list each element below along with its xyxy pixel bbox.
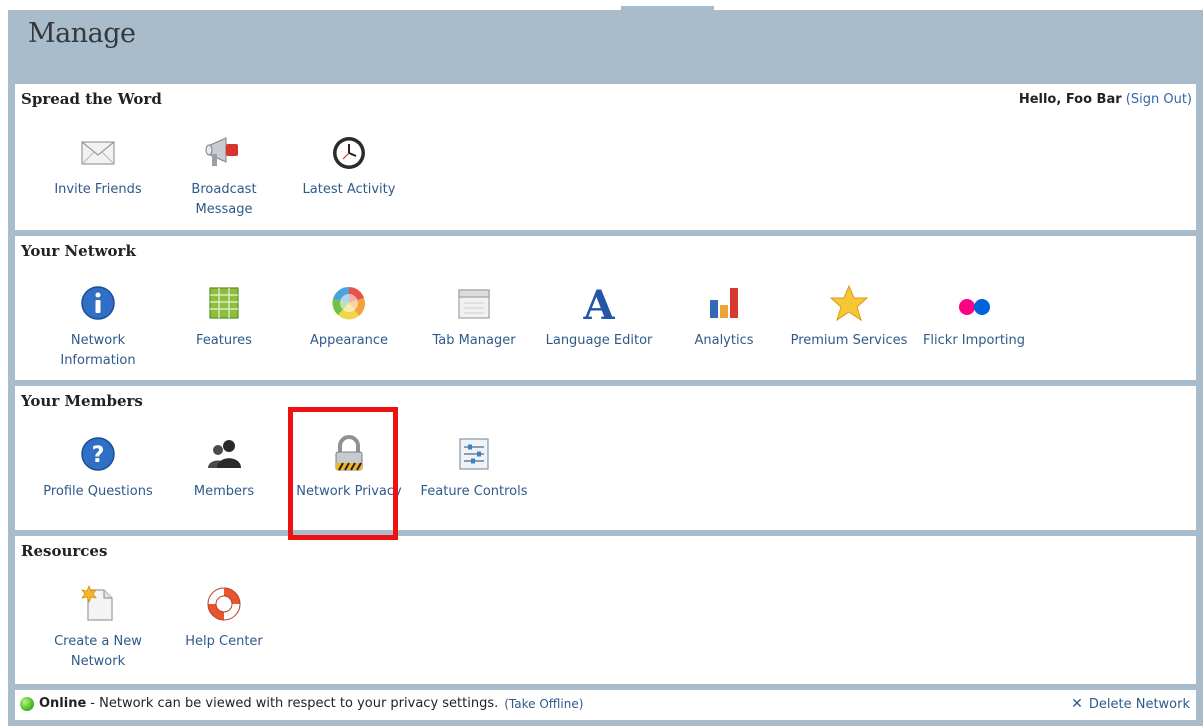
manage-frame: Manage Spread the Word Hello, Foo Bar (S… (8, 10, 1203, 726)
sign-out-link[interactable]: (Sign Out) (1126, 92, 1192, 107)
tile-help-center[interactable]: Help Center (162, 584, 286, 652)
section-title: Your Network (21, 242, 136, 260)
tile-label: Premium Services (790, 333, 908, 348)
greeting-text: Hello, Foo Bar (1018, 92, 1122, 107)
flickr-dots-icon (959, 299, 990, 315)
tile-label: Broadcast Message (191, 182, 257, 217)
top-strip (0, 0, 1203, 8)
tile-label: Flickr Importing (922, 333, 1026, 348)
tile-network-information[interactable]: Network Information (36, 283, 160, 371)
section-title: Resources (21, 542, 108, 560)
delete-network-button[interactable]: ✕ Delete Network (1071, 696, 1190, 712)
grid-icon (209, 287, 239, 319)
tile-label: Profile Questions (43, 484, 153, 499)
status-state: Online (39, 696, 87, 711)
tile-label: Invite Friends (54, 182, 142, 197)
status-bar: Online - Network can be viewed with resp… (15, 690, 1196, 720)
tile-members[interactable]: Members (162, 434, 286, 502)
tile-label: Language Editor (545, 333, 653, 348)
tile-label: Analytics (694, 333, 754, 348)
tile-label: Help Center (185, 634, 263, 649)
letter-a-icon: A (582, 283, 615, 323)
tile-analytics[interactable]: Analytics (662, 283, 786, 351)
clock-icon (333, 137, 365, 169)
tile-label: Network Information (60, 333, 136, 368)
section-title: Your Members (21, 392, 143, 410)
tile-latest-activity[interactable]: Latest Activity (287, 132, 411, 200)
online-status-icon (20, 696, 34, 711)
status-description: - Network can be viewed with respect to … (90, 696, 499, 711)
bar-chart-icon (710, 288, 738, 318)
padlock-icon (335, 435, 363, 471)
section-your-members: Your Members ? Profile Questions Members (15, 386, 1196, 530)
greeting: Hello, Foo Bar (Sign Out) (1019, 92, 1192, 107)
tile-label: Create a New Network (54, 634, 142, 669)
star-icon (829, 284, 869, 322)
tile-label: Tab Manager (432, 333, 516, 348)
tile-invite-friends[interactable]: Invite Friends (36, 132, 160, 200)
close-icon: ✕ (1071, 696, 1083, 712)
tile-label: Members (193, 484, 255, 499)
tile-label: Appearance (309, 333, 389, 348)
tile-flickr-importing[interactable]: Flickr Importing (912, 283, 1036, 351)
people-icon (208, 440, 241, 468)
tile-appearance[interactable]: Appearance (287, 283, 411, 351)
delete-network-label: Delete Network (1088, 696, 1190, 712)
section-spread-the-word: Spread the Word Hello, Foo Bar (Sign Out… (15, 84, 1196, 230)
page-title: Manage (28, 18, 136, 49)
section-your-network: Your Network Network Information Feature… (15, 236, 1196, 380)
tile-broadcast-message[interactable]: Broadcast Message (162, 132, 286, 220)
tile-label: Network Privacy (296, 484, 402, 499)
status-info: Online - Network can be viewed with resp… (20, 696, 583, 711)
tile-network-privacy[interactable]: Network Privacy (287, 434, 411, 502)
sliders-icon (459, 438, 489, 470)
take-offline-link[interactable]: (Take Offline) (504, 697, 583, 711)
tile-premium-services[interactable]: Premium Services (787, 283, 911, 351)
tab-window-icon (458, 289, 490, 319)
section-title: Spread the Word (21, 90, 162, 108)
tile-tab-manager[interactable]: Tab Manager (412, 283, 536, 351)
lifebuoy-icon (207, 587, 241, 621)
tile-feature-controls[interactable]: Feature Controls (412, 434, 536, 502)
tile-create-new-network[interactable]: Create a New Network (36, 584, 160, 672)
color-wheel-icon (332, 286, 365, 320)
tile-label: Latest Activity (302, 182, 396, 197)
tile-label: Feature Controls (420, 484, 528, 499)
tile-language-editor[interactable]: A Language Editor (537, 283, 661, 351)
tile-profile-questions[interactable]: ? Profile Questions (36, 434, 160, 502)
megaphone-icon (205, 137, 238, 166)
svg-text:?: ? (92, 443, 105, 468)
tile-label: Features (196, 333, 252, 348)
tile-features[interactable]: Features (162, 283, 286, 351)
question-icon: ? (81, 437, 115, 471)
envelope-icon (81, 141, 115, 165)
info-icon (81, 286, 115, 320)
svg-text:A: A (582, 283, 615, 323)
section-resources: Resources Create a New Network Help Cent… (15, 536, 1196, 684)
new-page-icon (81, 584, 113, 621)
